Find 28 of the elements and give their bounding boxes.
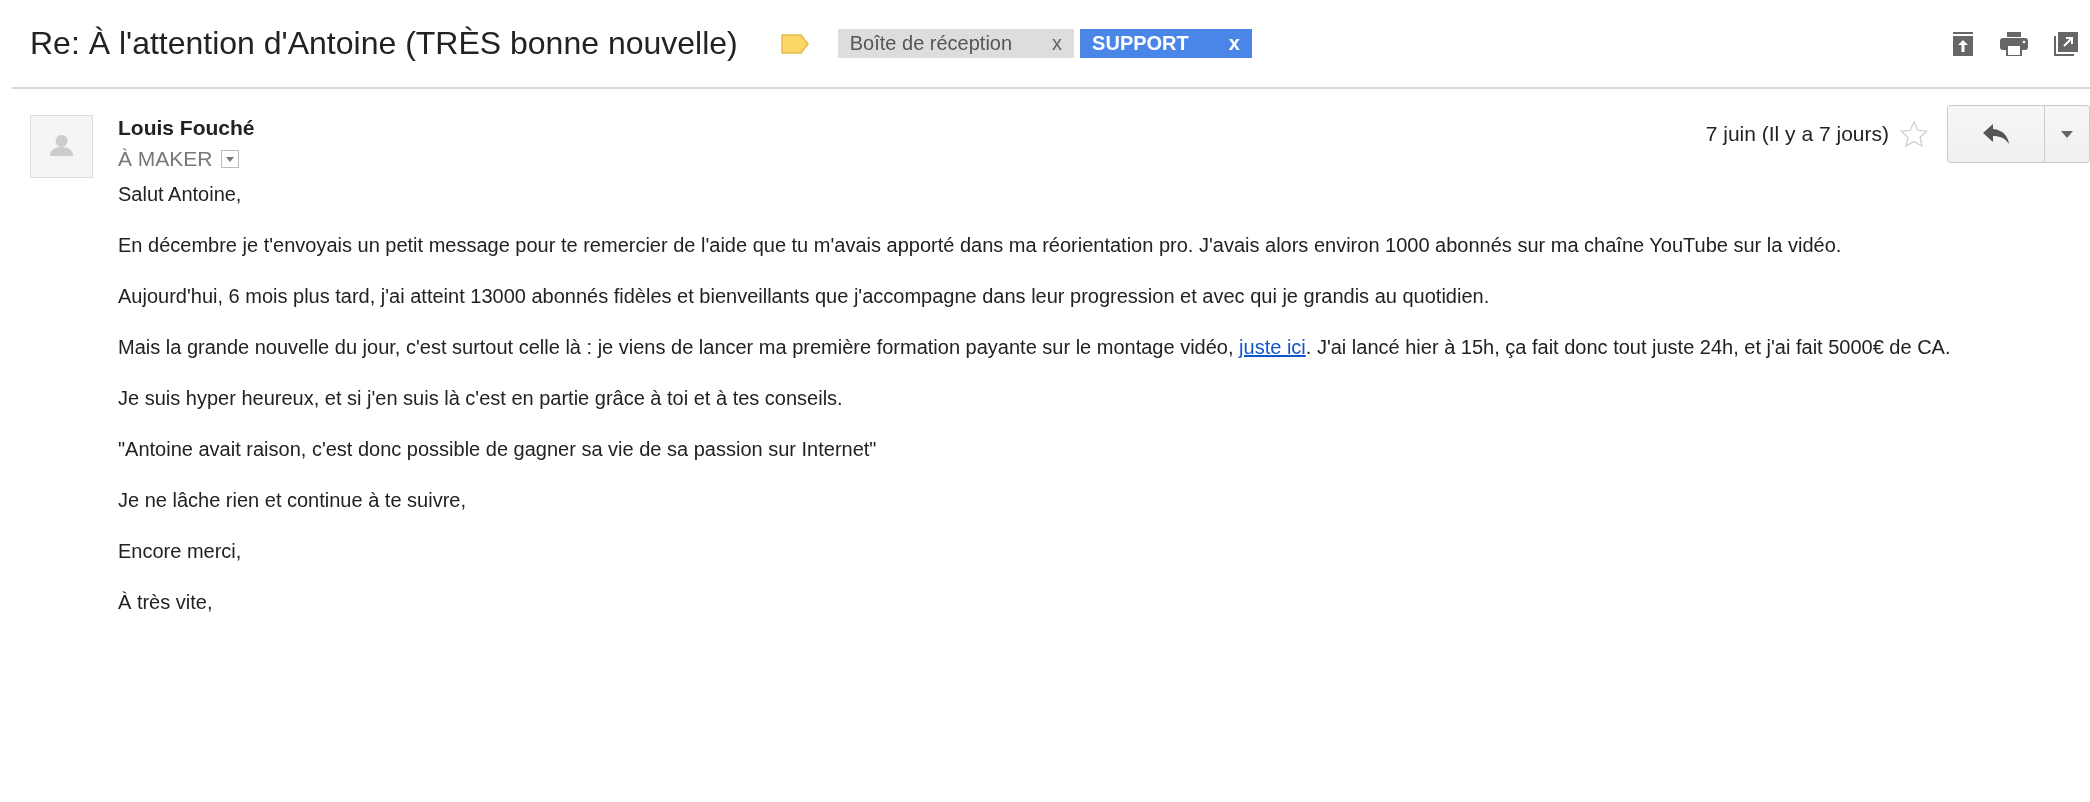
details-dropdown-icon[interactable] bbox=[220, 150, 239, 168]
body-paragraph: Je suis hyper heureux, et si j'en suis là c'est en partie grâce à toi et à tes conseils. bbox=[118, 386, 844, 411]
move-up-icon[interactable] bbox=[1952, 31, 1974, 56]
link[interactable]: juste ici bbox=[1239, 336, 1306, 358]
caret-icon bbox=[2061, 130, 2073, 138]
body-paragraph: "Antoine avait raison, c'est donc possible de gagner sa vie de sa passion sur Internet" bbox=[118, 437, 878, 462]
sender-name: Louis Fouché bbox=[118, 116, 255, 140]
email-subject: Re: À l'attention d'Antoine (TRÈS bonne nouvelle) bbox=[30, 25, 738, 62]
remove-label-button[interactable]: x bbox=[1188, 32, 1240, 55]
label-text: Boîte de réception bbox=[849, 32, 1013, 55]
label-text: SUPPORT bbox=[1092, 32, 1189, 55]
body-paragraph: Encore merci, bbox=[118, 539, 243, 564]
body-paragraph: En décembre je t'envoyais un petit message pour te remercier de l'aide que tu m'avais apporté dans ma réorientation pro. J'avais alors environ 1000 abonnés sur ma chaîne YouTube sur la vidéo. bbox=[118, 233, 1843, 258]
message-date: 7 juin (Il y a 7 jours) bbox=[1705, 122, 1889, 146]
label-chip[interactable]: SUPPORT x bbox=[1080, 29, 1252, 58]
body-paragraph: Salut Antoine, bbox=[118, 182, 243, 207]
print-icon[interactable] bbox=[2000, 31, 2028, 56]
body-paragraph: Aujourd'hui, 6 mois plus tard, j'ai atteint 13000 abonnés fidèles et bienveillants que j'accompagne dans leur progression et avec qui je grandis au quotidien. bbox=[118, 284, 1491, 309]
body-paragraph: Je ne lâche rien et continue à te suivre, bbox=[118, 488, 467, 513]
star-icon[interactable] bbox=[1899, 120, 1929, 148]
remove-label-button[interactable]: x bbox=[1012, 32, 1063, 55]
new-window-icon[interactable] bbox=[2054, 31, 2078, 56]
body-paragraph: Mais la grande nouvelle du jour, c'est surtout celle là : je viens de lancer ma première formation payante sur le montage vidéo, juste ici. J'ai lancé hier à 15h, ça fait donc tout juste 24h, et j'ai fait 5000€ de CA. bbox=[118, 335, 1952, 360]
reply-icon bbox=[1983, 124, 2009, 144]
body-paragraph: À très vite, bbox=[118, 590, 214, 615]
recipient-text: À MAKER bbox=[118, 147, 213, 171]
label-chip[interactable]: Boîte de réception x bbox=[837, 29, 1075, 58]
avatar-icon bbox=[30, 115, 93, 178]
